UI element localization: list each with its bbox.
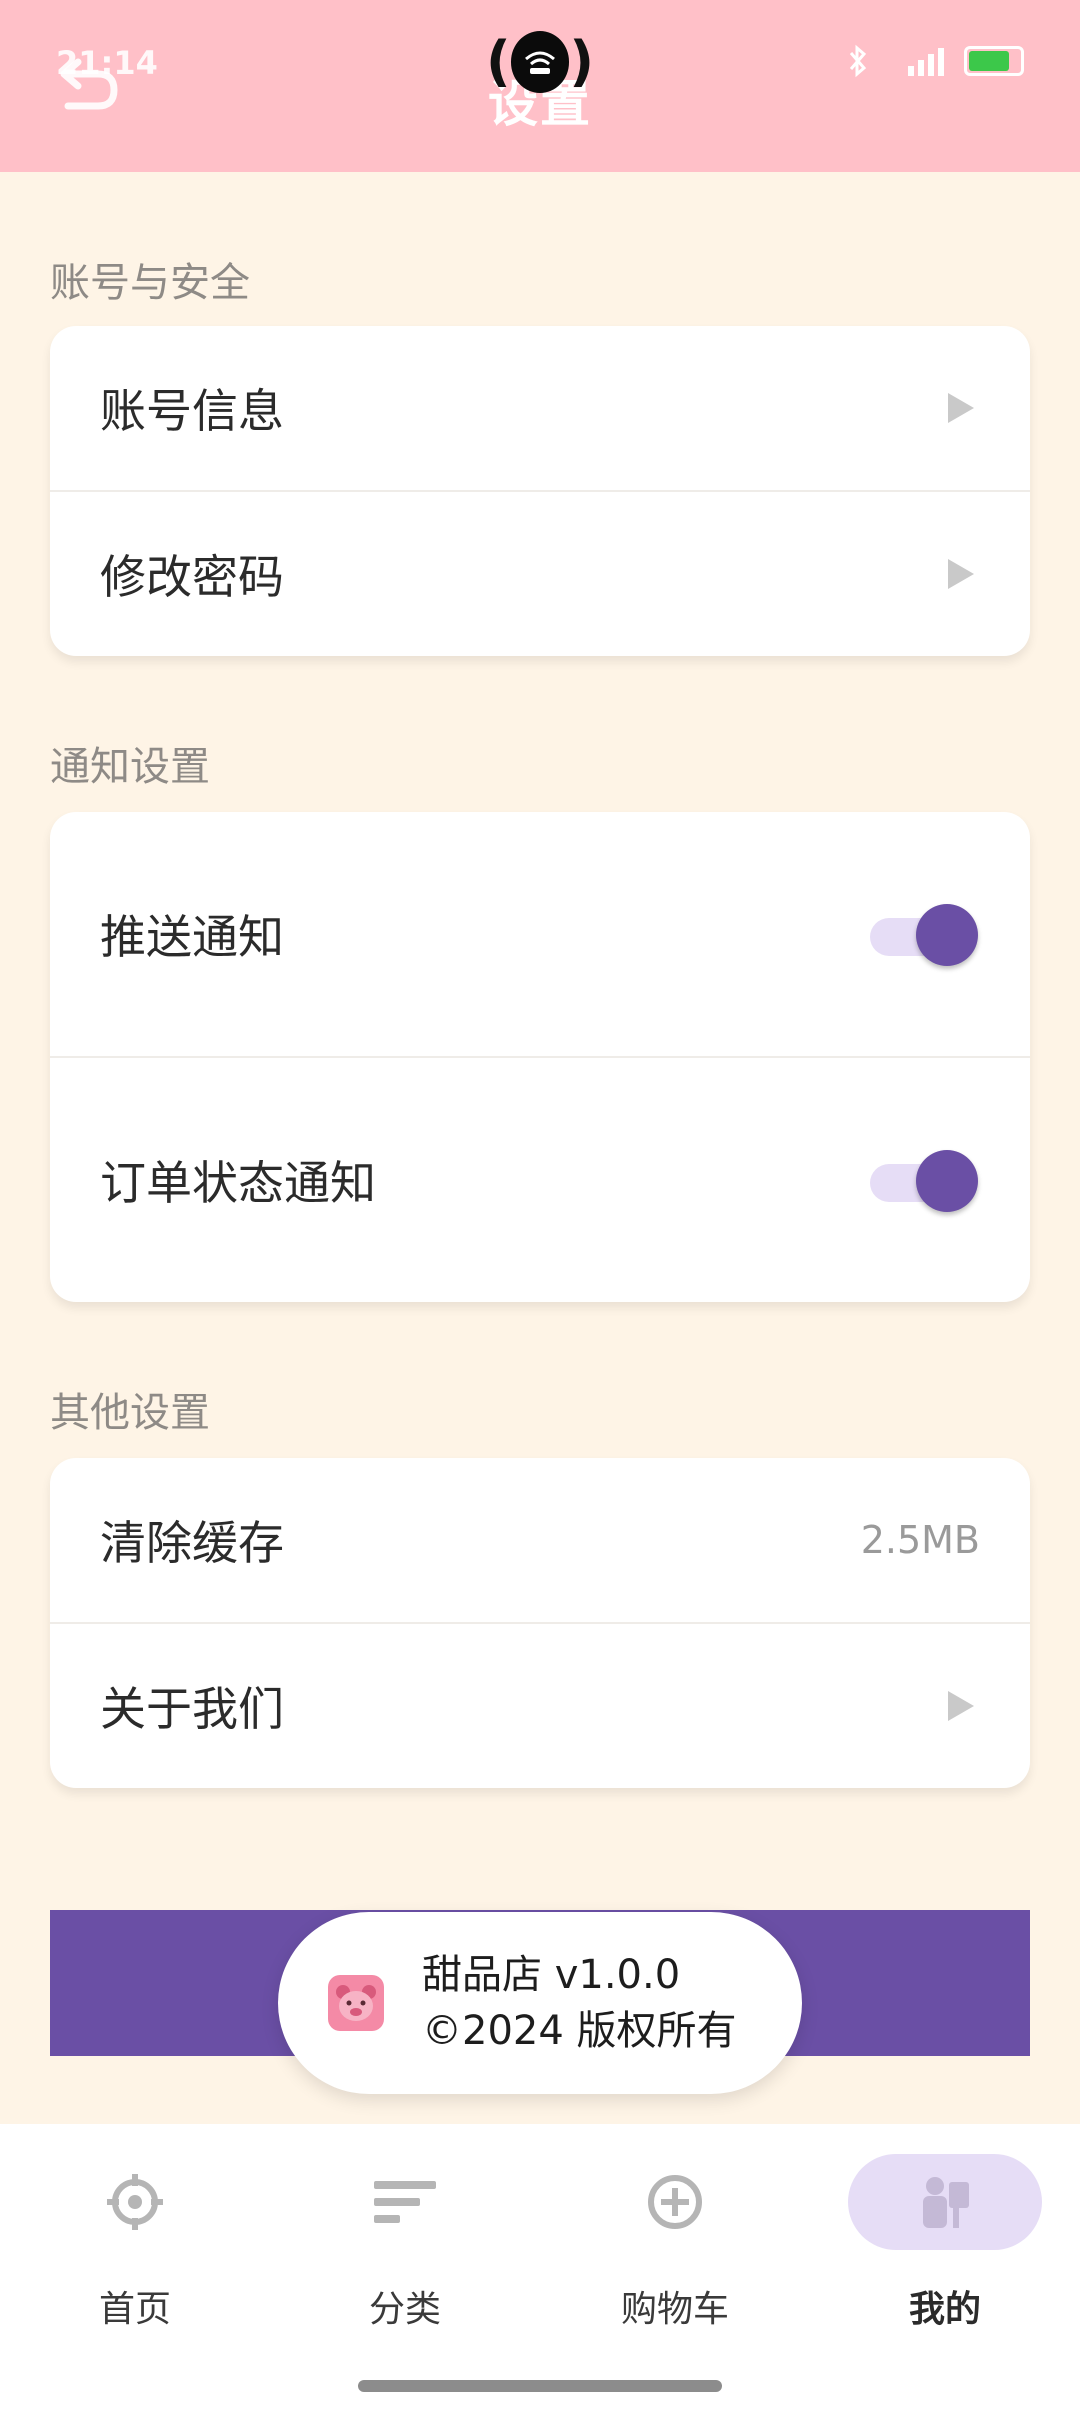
- section-title-other: 其他设置: [50, 1390, 210, 1436]
- nav-item-cart[interactable]: 购物车: [540, 2154, 810, 2354]
- battery-icon: [964, 46, 1024, 76]
- signal-icon: [908, 48, 944, 76]
- row-push-notification: 推送通知: [50, 812, 1030, 1056]
- push-notification-toggle[interactable]: [870, 904, 980, 966]
- row-order-status-notification: 订单状态通知: [50, 1058, 1030, 1302]
- row-label: 清除缓存: [100, 1516, 284, 1570]
- other-card: 清除缓存 2.5MB 关于我们: [50, 1458, 1030, 1788]
- chevron-right-icon: [948, 1691, 974, 1721]
- nav-item-home[interactable]: 首页: [0, 2154, 270, 2354]
- about-toast: 甜品店 v1.0.0 ©2024 版权所有: [278, 1912, 802, 2094]
- toast-version: 甜品店 v1.0.0: [422, 1952, 681, 1998]
- account-card: 账号信息 修改密码: [50, 326, 1030, 656]
- app-logo-icon: [328, 1975, 384, 2031]
- chevron-right-icon: [948, 559, 974, 589]
- row-label: 修改密码: [100, 550, 284, 604]
- row-change-password[interactable]: 修改密码: [50, 492, 1030, 656]
- nav-item-profile[interactable]: 我的: [810, 2154, 1080, 2354]
- row-label: 订单状态通知: [100, 1156, 376, 1210]
- order-status-toggle[interactable]: [870, 1150, 980, 1212]
- hotspot-icon: [510, 31, 570, 93]
- row-account-info[interactable]: 账号信息: [50, 326, 1030, 490]
- nav-label: 首页: [98, 2289, 171, 2330]
- cache-size: 2.5MB: [860, 1518, 980, 1562]
- section-title-account: 账号与安全: [50, 260, 250, 306]
- row-label: 推送通知: [100, 910, 284, 964]
- nav-label: 购物车: [620, 2289, 729, 2330]
- camera-cutout: ( ): [486, 30, 594, 93]
- nav-item-category[interactable]: 分类: [270, 2154, 540, 2354]
- nav-label: 分类: [368, 2289, 441, 2330]
- row-clear-cache[interactable]: 清除缓存 2.5MB: [50, 1458, 1030, 1622]
- bottom-nav: 首页 分类 购物车 我的: [0, 2124, 1080, 2414]
- app-header: 21:14 设置 ( ): [0, 0, 1080, 172]
- chevron-right-icon: [948, 393, 974, 423]
- row-label: 关于我们: [100, 1682, 284, 1736]
- row-label: 账号信息: [100, 384, 284, 438]
- bluetooth-icon: [849, 44, 867, 78]
- nav-label: 我的: [908, 2289, 981, 2330]
- profile-icon: [923, 2177, 969, 2228]
- compass-icon: [107, 2174, 163, 2230]
- toast-copyright: ©2024 版权所有: [422, 2008, 737, 2054]
- section-title-notifications: 通知设置: [50, 744, 210, 790]
- row-about-us[interactable]: 关于我们: [50, 1624, 1030, 1788]
- add-circle-icon: [648, 2175, 702, 2229]
- home-indicator[interactable]: [358, 2380, 722, 2392]
- status-icons: [848, 44, 1024, 78]
- list-icon: [374, 2181, 436, 2223]
- notifications-card: 推送通知 订单状态通知: [50, 812, 1030, 1302]
